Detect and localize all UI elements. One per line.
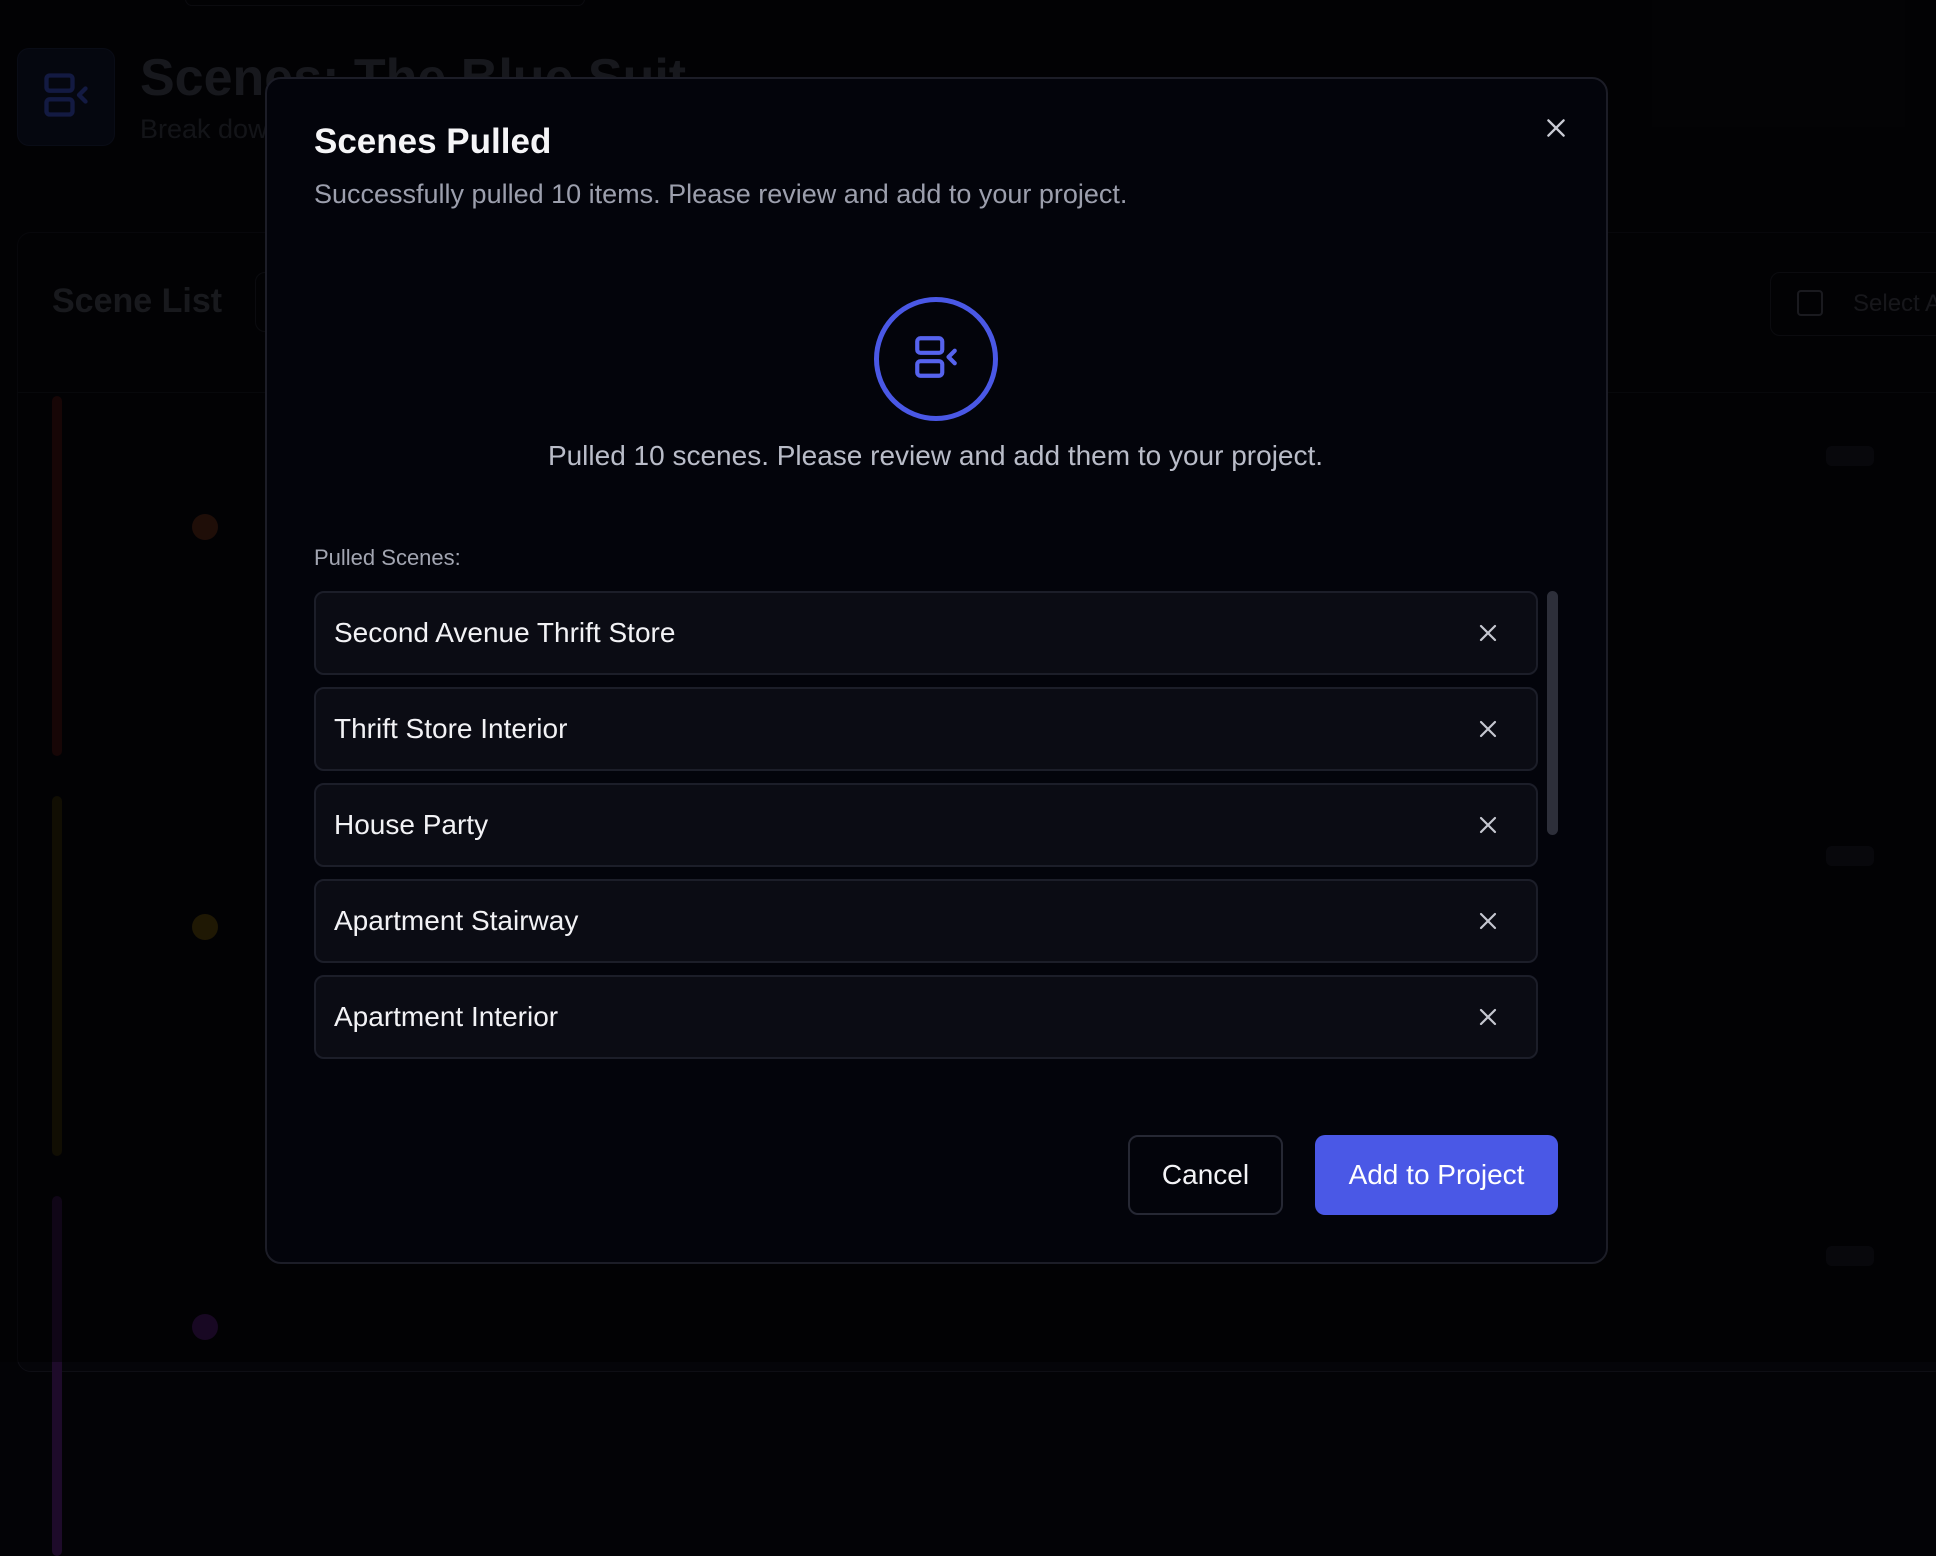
close-icon — [1476, 621, 1500, 645]
scene-name: Apartment Stairway — [334, 881, 578, 961]
close-icon — [1543, 115, 1569, 146]
close-icon — [1476, 1005, 1500, 1029]
list-item: Apartment Stairway — [314, 879, 1538, 963]
scene-name: House Party — [334, 785, 488, 865]
close-icon — [1476, 717, 1500, 741]
close-icon — [1476, 909, 1500, 933]
cancel-button[interactable]: Cancel — [1128, 1135, 1283, 1215]
scrollbar-thumb[interactable] — [1547, 591, 1558, 835]
add-to-project-button[interactable]: Add to Project — [1315, 1135, 1558, 1215]
scene-name: Thrift Store Interior — [334, 689, 567, 769]
remove-scene-button[interactable] — [1466, 803, 1510, 847]
summary-text: Pulled 10 scenes. Please review and add … — [314, 440, 1557, 472]
hero-icon-circle — [874, 297, 998, 421]
list-item: Second Avenue Thrift Store — [314, 591, 1538, 675]
scene-split-icon — [911, 332, 961, 387]
remove-scene-button[interactable] — [1466, 995, 1510, 1039]
remove-scene-button[interactable] — [1466, 899, 1510, 943]
pulled-scenes-label: Pulled Scenes: — [314, 545, 461, 571]
remove-scene-button[interactable] — [1466, 707, 1510, 751]
dialog-title: Scenes Pulled — [314, 122, 551, 162]
list-item: Apartment Interior — [314, 975, 1538, 1059]
remove-scene-button[interactable] — [1466, 611, 1510, 655]
close-button[interactable] — [1536, 110, 1576, 150]
scene-name: Apartment Interior — [334, 977, 558, 1057]
dialog-description: Successfully pulled 10 items. Please rev… — [314, 179, 1127, 210]
scene-name: Second Avenue Thrift Store — [334, 593, 675, 673]
close-icon — [1476, 813, 1500, 837]
list-item: Thrift Store Interior — [314, 687, 1538, 771]
list-item: House Party — [314, 783, 1538, 867]
